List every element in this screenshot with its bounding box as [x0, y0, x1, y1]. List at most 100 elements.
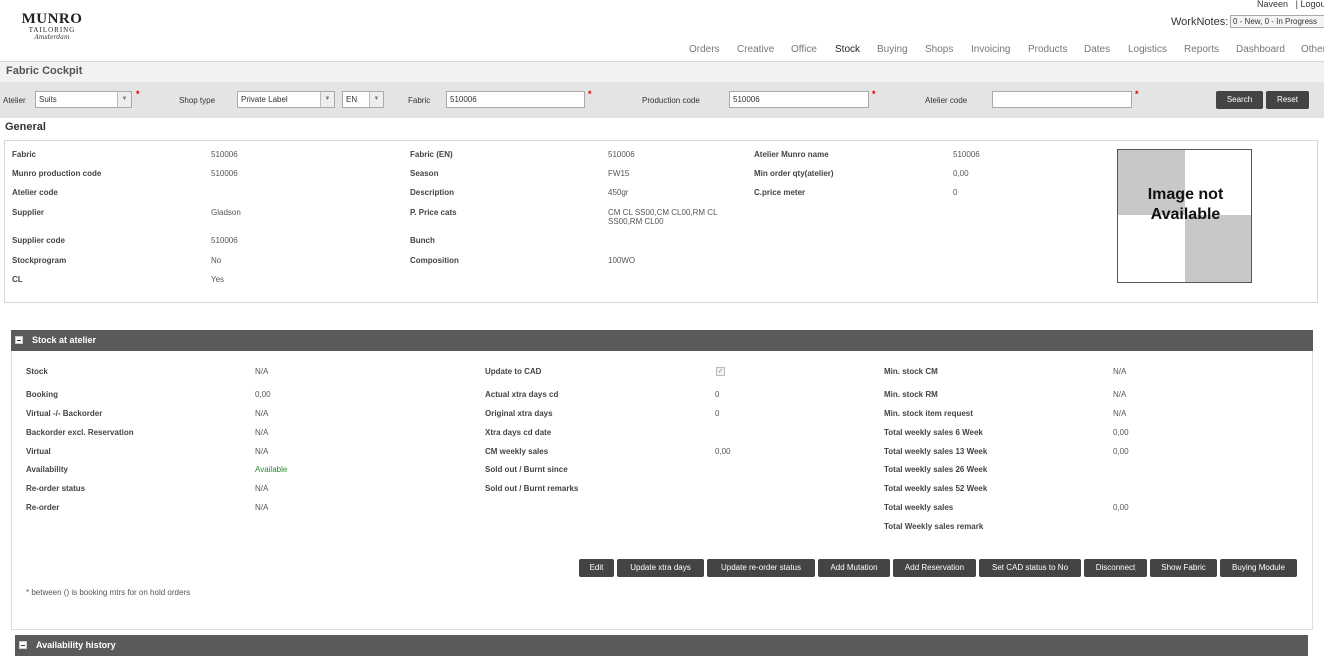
add-reservation-button[interactable]: Add Reservation [893, 559, 976, 577]
field-label: Supplier code [12, 236, 65, 245]
field-label: Season [410, 169, 439, 178]
field-value: Yes [211, 275, 225, 284]
stock-label: Booking [26, 390, 58, 399]
stock-panel-header[interactable]: Stock at atelier [11, 330, 1313, 351]
nav-office[interactable]: Office [791, 44, 817, 55]
nav-creative[interactable]: Creative [737, 44, 774, 55]
user-name: Naveen [1256, 0, 1288, 9]
shop-type-label: Shop type [179, 96, 216, 105]
field-value: 100WO [608, 256, 636, 265]
field-label: Fabric [12, 150, 37, 159]
field-value: 0,00 [953, 169, 969, 178]
nav-dates[interactable]: Dates [1084, 44, 1110, 55]
fabric-label: Fabric [408, 96, 431, 105]
disconnect-button[interactable]: Disconnect [1084, 559, 1147, 577]
stock-label: Total weekly sales [884, 503, 954, 512]
search-button[interactable]: Search [1216, 91, 1263, 109]
stock-label: Min. stock item request [884, 409, 973, 418]
stock-value: 0,00 [1113, 428, 1129, 437]
fabric-image-placeholder: Image not Available [1117, 149, 1252, 283]
production-code-input[interactable]: 510006 [729, 91, 869, 108]
stock-value: N/A [255, 484, 269, 493]
field-value: 510006 [608, 150, 635, 159]
stock-value: 0,00 [1113, 503, 1129, 512]
nav-dashboard[interactable]: Dashboard [1236, 44, 1285, 55]
fabric-input[interactable]: 510006 [446, 91, 585, 108]
stock-value: N/A [255, 409, 269, 418]
logo-line1: MUNRO [21, 11, 83, 27]
worknotes-label: WorkNotes: [1171, 16, 1229, 28]
buying-module-button[interactable]: Buying Module [1220, 559, 1297, 577]
stock-value: 0 [715, 409, 720, 418]
language-select-value: EN [346, 95, 358, 104]
field-value: FW15 [608, 169, 630, 178]
nav-reports[interactable]: Reports [1184, 44, 1219, 55]
stock-value: N/A [255, 428, 269, 437]
stock-label: Total weekly sales 13 Week [884, 447, 988, 456]
stock-label: Sold out / Burnt since [485, 465, 568, 474]
logout-link[interactable]: | Logout [1296, 0, 1324, 9]
main-nav: Orders Creative Office Stock Buying Shop… [0, 44, 1324, 58]
nav-orders[interactable]: Orders [689, 44, 720, 55]
stock-label: Actual xtra days cd [485, 390, 559, 399]
nav-shops[interactable]: Shops [925, 44, 953, 55]
add-mutation-button[interactable]: Add Mutation [818, 559, 890, 577]
chevron-down-icon: ▼ [320, 92, 334, 107]
nav-logistics[interactable]: Logistics [1128, 44, 1167, 55]
field-value: 510006 [211, 236, 238, 245]
reset-button[interactable]: Reset [1266, 91, 1309, 109]
field-label: Atelier code [12, 188, 58, 197]
production-code-label: Production code [642, 96, 700, 105]
nav-other[interactable]: Other [1301, 44, 1324, 55]
nav-buying[interactable]: Buying [877, 44, 908, 55]
stock-label: Re-order status [26, 484, 86, 493]
availability-status: Available [255, 465, 288, 474]
collapse-icon[interactable] [19, 641, 27, 649]
logo-line3: Amsterdam [34, 34, 70, 41]
stock-value: 0,00 [715, 447, 731, 456]
update-reorder-status-button[interactable]: Update re-order status [707, 559, 815, 577]
nav-products[interactable]: Products [1028, 44, 1067, 55]
worknotes-select[interactable]: 0 - New, 0 - In Progress [1230, 15, 1324, 28]
set-cad-status-button[interactable]: Set CAD status to No [979, 559, 1081, 577]
logo-line2: TAILORING [28, 26, 76, 34]
nav-stock[interactable]: Stock [835, 44, 860, 55]
stock-label: Sold out / Burnt remarks [485, 484, 579, 493]
edit-button[interactable]: Edit [579, 559, 614, 577]
atelier-label: Atelier [3, 96, 26, 105]
atelier-select[interactable]: Suits ▼ [35, 91, 132, 108]
field-label: Fabric (EN) [410, 150, 453, 159]
field-label: C.price meter [754, 188, 806, 197]
stock-label: Virtual [26, 447, 51, 456]
stock-value: 0,00 [1113, 447, 1129, 456]
field-label: Composition [410, 256, 459, 265]
stock-label: Re-order [26, 503, 60, 512]
stock-value: N/A [1113, 390, 1127, 399]
shop-type-select-value: Private Label [241, 95, 288, 104]
field-value: 450gr [608, 188, 629, 197]
collapse-icon[interactable] [15, 336, 23, 344]
general-title: General [5, 121, 46, 133]
update-xtra-days-button[interactable]: Update xtra days [617, 559, 704, 577]
shop-type-select[interactable]: Private Label ▼ [237, 91, 335, 108]
show-fabric-button[interactable]: Show Fabric [1150, 559, 1217, 577]
stock-panel-title: Stock at atelier [32, 335, 97, 345]
atelier-select-value: Suits [39, 95, 57, 104]
required-mark: * [1135, 89, 1139, 99]
atelier-code-input[interactable] [992, 91, 1132, 108]
update-to-cad-checkbox[interactable]: ✓ [716, 367, 725, 376]
field-label: Description [410, 188, 455, 197]
stock-label: Availability [26, 465, 68, 474]
page-title: Fabric Cockpit [6, 65, 83, 77]
field-value: 510006 [211, 150, 238, 159]
stock-label: Min. stock RM [884, 390, 938, 399]
chevron-down-icon: ▼ [369, 92, 383, 107]
stock-label: Update to CAD [485, 367, 542, 376]
language-select[interactable]: EN ▼ [342, 91, 384, 108]
munro-logo[interactable]: MUNRO TAILORING Amsterdam [20, 11, 84, 45]
availability-history-header[interactable]: Availability history [15, 635, 1308, 656]
stock-label: Total weekly sales 52 Week [884, 484, 988, 493]
availability-history-title: Availability history [36, 640, 116, 650]
field-label: Atelier Munro name [754, 150, 829, 159]
nav-invoicing[interactable]: Invoicing [971, 44, 1010, 55]
